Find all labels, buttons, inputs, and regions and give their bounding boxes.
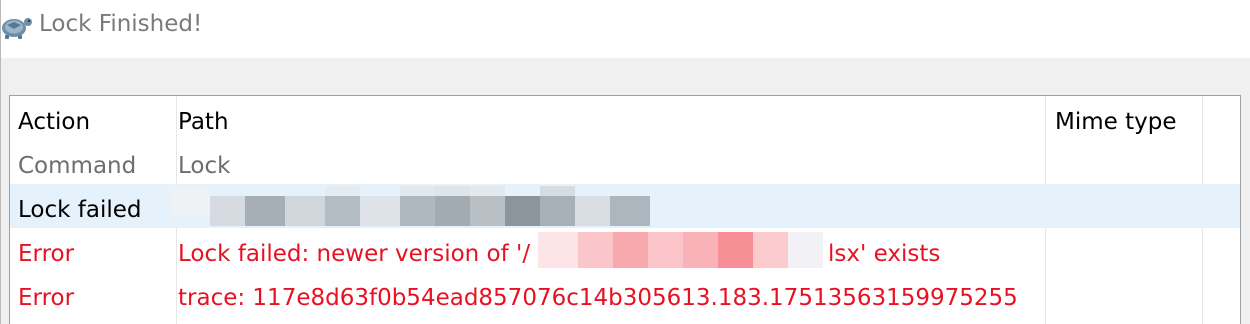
window-title: Lock Finished!	[39, 11, 203, 37]
redacted-path	[170, 184, 660, 228]
row-path-prefix: Lock failed: newer version of '/	[178, 241, 531, 267]
row-action: Lock failed	[18, 197, 142, 223]
list-item[interactable]: Error trace: 117e8d63f0b54ead857076c14b3…	[10, 272, 1240, 316]
title-bar: Lock Finished!	[0, 0, 1250, 58]
list-item[interactable]: Command Lock	[10, 140, 1240, 184]
row-path: trace: 117e8d63f0b54ead857076c14b305613.…	[178, 285, 1018, 311]
column-header-action[interactable]: Action	[18, 96, 90, 140]
list-item[interactable]: Error Lock failed: newer version of '/ l…	[10, 228, 1240, 272]
row-action: Error	[18, 285, 75, 311]
row-path-suffix: lsx' exists	[828, 241, 941, 267]
tortoise-icon	[2, 18, 32, 39]
column-header-mime-type[interactable]: Mime type	[1055, 96, 1176, 140]
redacted-filename	[538, 228, 828, 272]
row-action: Command	[18, 153, 137, 179]
results-list[interactable]: Action Path Mime type Command Lock Lock …	[9, 95, 1241, 324]
column-header-path[interactable]: Path	[178, 96, 229, 140]
row-action: Error	[18, 241, 75, 267]
row-path: Lock	[178, 153, 231, 179]
list-item-selected[interactable]: Lock failed	[10, 184, 1240, 228]
list-header: Action Path Mime type	[10, 96, 1240, 140]
